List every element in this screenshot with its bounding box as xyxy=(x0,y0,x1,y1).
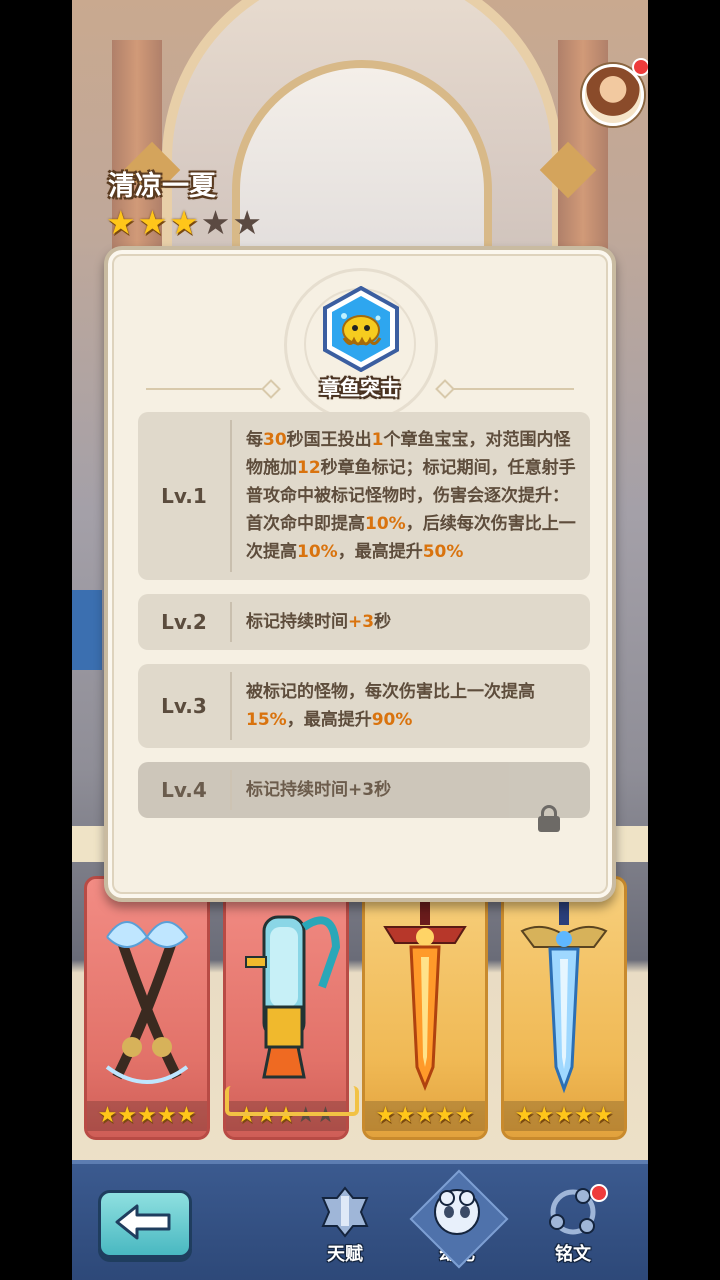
star-filled-icon: ★ xyxy=(434,1103,455,1128)
star-filled-icon: ★ xyxy=(169,203,199,242)
highlight-value: 15% xyxy=(246,710,287,730)
level-description: 被标记的怪物，每次伤害比上一次提高 15%，最高提升90% xyxy=(232,664,590,748)
star-filled-icon: ★ xyxy=(415,1103,435,1128)
dragon-crossed-guns-icon xyxy=(87,897,207,1097)
level-label: Lv.2 xyxy=(161,610,207,634)
transform-icon xyxy=(427,1184,487,1240)
skill-level-list[interactable]: Lv.1 每30秒国王投出1个章鱼宝宝，对范围内怪物施加12秒章鱼标记；标记期间，… xyxy=(138,412,590,866)
tab-label: 铭文 xyxy=(555,1244,591,1265)
bottom-nav: 天赋 幻化铭文 xyxy=(72,1160,648,1280)
tab-inscription[interactable]: 铭文 xyxy=(528,1184,618,1274)
description-text: 秒国王投出 xyxy=(286,430,372,450)
star-filled-icon: ★ xyxy=(375,1103,396,1128)
description-text: 被标记的怪物，每次伤害比上一次提高 xyxy=(246,682,535,702)
water-gun-icon xyxy=(226,897,346,1097)
star-filled-icon: ★ xyxy=(117,1103,138,1128)
highlight-value: 10% xyxy=(297,542,338,562)
skill-name: 章鱼突击 xyxy=(320,376,400,400)
level-label: Lv.3 xyxy=(161,694,207,718)
star-empty-icon: ★ xyxy=(232,203,262,242)
skill-level-3: Lv.3 被标记的怪物，每次伤害比上一次提高 15%，最高提升90% xyxy=(138,664,590,748)
star-filled-icon: ★ xyxy=(554,1103,574,1128)
skill-level-1: Lv.1 每30秒国王投出1个章鱼宝宝，对范围内怪物施加12秒章鱼标记；标记期间，… xyxy=(138,412,590,580)
level-label: Lv.1 xyxy=(161,484,207,508)
star-filled-icon: ★ xyxy=(593,1103,614,1128)
star-filled-icon: ★ xyxy=(573,1103,594,1128)
highlight-value: +3 xyxy=(348,612,375,632)
star-empty-icon: ★ xyxy=(200,203,231,242)
highlight-value: 12 xyxy=(297,458,321,478)
avatar-notification-badge xyxy=(632,58,648,76)
talent-icon xyxy=(315,1184,375,1240)
level-label: Lv.4 xyxy=(161,778,207,802)
equipment-card-ice-sword[interactable]: ★ ★ ★ ★ ★ xyxy=(501,876,627,1140)
highlight-value: 30 xyxy=(263,430,287,450)
notification-badge xyxy=(590,1184,608,1202)
highlight-value: 1 xyxy=(371,430,384,450)
star-filled-icon: ★ xyxy=(514,1103,535,1128)
star-filled-icon: ★ xyxy=(534,1103,555,1128)
skin-title: 清凉一夏 xyxy=(108,171,216,202)
back-button[interactable] xyxy=(98,1190,192,1258)
lock-icon xyxy=(538,805,560,832)
skill-detail-popup: 章鱼突击 Lv.1 每30秒国王投出1个章鱼宝宝，对范围内怪物施加12秒章鱼标记；… xyxy=(104,246,616,902)
star-filled-icon: ★ xyxy=(454,1103,475,1128)
star-filled-icon: ★ xyxy=(137,203,168,242)
ice-sword-icon xyxy=(504,897,624,1097)
highlight-value: 90% xyxy=(371,710,413,730)
equipment-card-dragon-crossed-guns[interactable]: ★ ★ ★ ★ ★ xyxy=(84,876,210,1140)
star-filled-icon: ★ xyxy=(97,1103,118,1128)
level-description: 标记持续时间+3秒 xyxy=(232,594,590,650)
flame-sword-icon xyxy=(365,897,485,1097)
description-text: ，最高提升 xyxy=(337,542,423,562)
tab-label: 天赋 xyxy=(327,1244,363,1265)
skill-level-2: Lv.2 标记持续时间+3秒 xyxy=(138,594,590,650)
side-panel-tab[interactable] xyxy=(72,590,102,670)
description-text: 秒 xyxy=(374,612,392,632)
star-filled-icon: ★ xyxy=(106,203,136,242)
equipment-star-rating: ★ ★ ★ ★ ★ xyxy=(365,1101,485,1131)
highlight-value: 50% xyxy=(422,542,464,562)
star-filled-icon: ★ xyxy=(395,1103,416,1128)
selected-frame xyxy=(225,1086,359,1116)
star-filled-icon: ★ xyxy=(176,1103,197,1128)
equipment-star-rating: ★ ★ ★ ★ ★ xyxy=(87,1101,207,1131)
equipment-card-flame-sword[interactable]: ★ ★ ★ ★ ★ xyxy=(362,876,488,1140)
level-description: 标记持续时间+3秒 xyxy=(232,762,590,818)
tab-transform[interactable]: 幻化 xyxy=(409,1169,509,1274)
description-text: 标记持续时间+3秒 xyxy=(246,780,392,800)
description-text: 标记持续时间 xyxy=(246,612,348,632)
skin-star-rating: ★ ★ ★ ★ ★ xyxy=(106,206,262,239)
game-screen: 清凉一夏 ★ ★ ★ ★ ★ ★ ★ ★ ★ ★ ★ ★ ★ ★ ★ ★ ★ ★ ★ ★ ★ ★ ★ ★ ★ 章鱼突击 Lv.… xyxy=(72,0,648,1280)
star-filled-icon: ★ xyxy=(137,1103,157,1128)
description-text: ，最高提升 xyxy=(286,710,372,730)
octopus-skill-icon xyxy=(323,286,399,372)
highlight-value: 10% xyxy=(365,514,406,534)
description-text: 每 xyxy=(246,430,263,450)
back-arrow-icon xyxy=(115,1204,171,1240)
star-filled-icon: ★ xyxy=(156,1103,177,1128)
level-description: 每30秒国王投出1个章鱼宝宝，对范围内怪物施加12秒章鱼标记；标记期间，任意射手… xyxy=(232,412,590,580)
tab-talent[interactable]: 天赋 xyxy=(300,1184,390,1274)
equipment-star-rating: ★ ★ ★ ★ ★ xyxy=(504,1101,624,1131)
skill-level-4: Lv.4 标记持续时间+3秒 xyxy=(138,762,590,818)
